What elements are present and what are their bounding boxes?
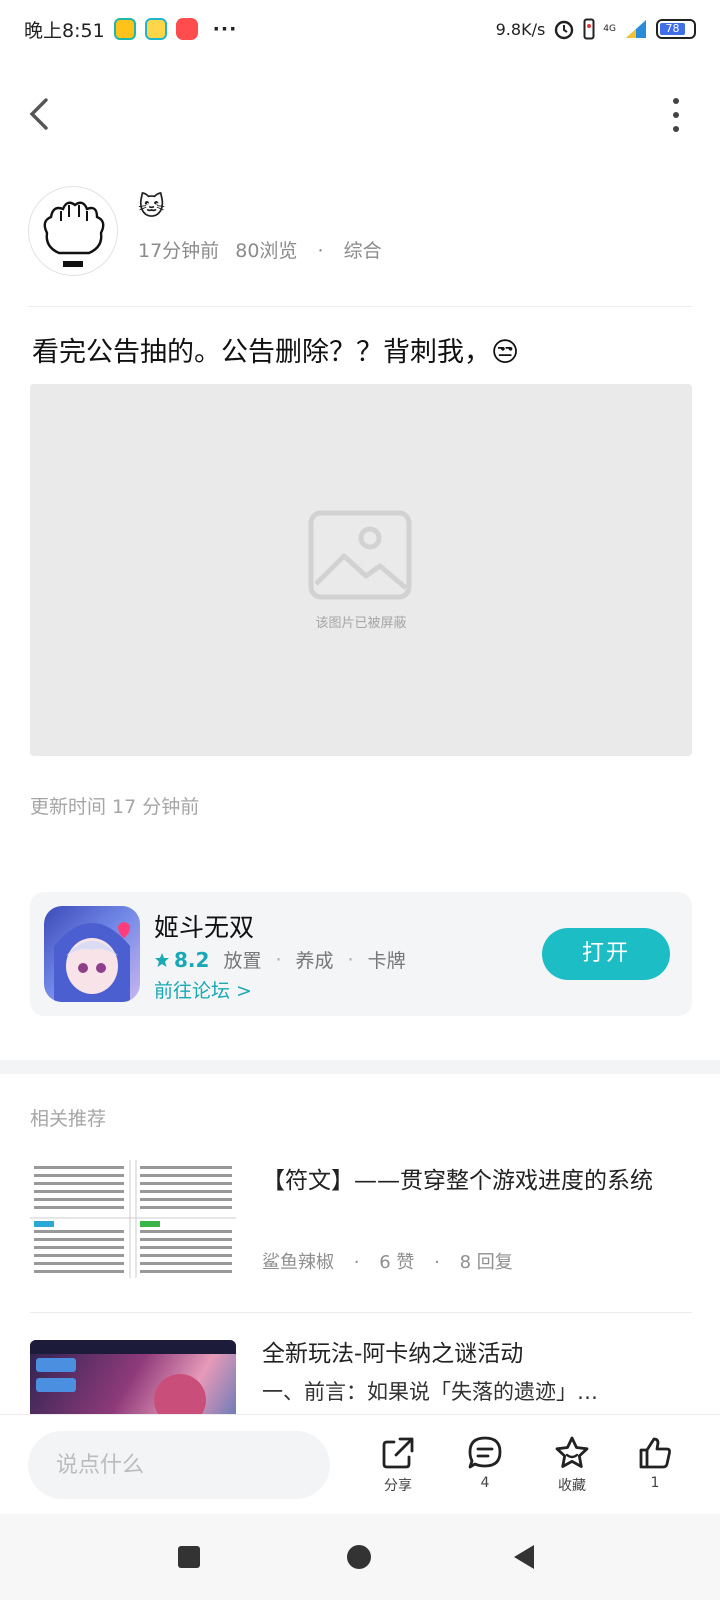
update-time: 更新时间 17 分钟前 bbox=[30, 796, 200, 818]
favorite-button[interactable]: 收藏 bbox=[542, 1435, 602, 1505]
share-label: 分享 bbox=[384, 1478, 412, 1494]
blocked-image[interactable]: 该图片已被屏蔽 bbox=[30, 384, 692, 756]
system-nav-bar bbox=[0, 1514, 720, 1600]
related-item[interactable]: 【符文】——贯穿整个游戏进度的系统 鲨鱼辣椒 · 6 赞 · 8 回复 bbox=[30, 1160, 692, 1278]
related-item-title: 全新玩法-阿卡纳之谜活动 bbox=[262, 1341, 524, 1367]
battery-icon: 78 bbox=[656, 19, 696, 39]
bottom-action-bar: 分享 4 收藏 1 bbox=[0, 1414, 720, 1514]
red-app-icon bbox=[175, 18, 198, 40]
image-placeholder-icon bbox=[308, 510, 412, 600]
like-count: 1 bbox=[650, 1475, 660, 1491]
star-icon bbox=[155, 952, 169, 967]
game-tag: 卡牌 bbox=[367, 950, 406, 972]
comment-count: 4 bbox=[480, 1475, 490, 1491]
star-icon bbox=[555, 1436, 589, 1468]
related-item-excerpt: 一、前言：如果说「失落的遗迹」… bbox=[262, 1380, 598, 1404]
game-tag: 放置 bbox=[223, 950, 262, 972]
game-rating-value: 8.2 bbox=[174, 947, 210, 972]
chevron-left-icon bbox=[29, 98, 48, 130]
tag-separator: · bbox=[275, 948, 282, 971]
meta-separator: · bbox=[434, 1252, 440, 1273]
rune-table-image bbox=[30, 1160, 236, 1278]
related-item-likes: 6 赞 bbox=[379, 1252, 415, 1273]
comment-input[interactable] bbox=[28, 1431, 330, 1499]
favorite-label: 收藏 bbox=[558, 1478, 586, 1494]
signal-type: 4G bbox=[603, 24, 616, 34]
author-name[interactable]: 🐱 bbox=[138, 192, 165, 222]
thumbs-up-icon bbox=[639, 1437, 671, 1469]
share-button[interactable]: 分享 bbox=[368, 1435, 428, 1505]
post-meta: 17分钟前 80浏览 · 综合 bbox=[138, 236, 382, 263]
more-options-button[interactable] bbox=[668, 98, 684, 132]
related-item-title: 【符文】——贯穿整个游戏进度的系统 bbox=[262, 1168, 653, 1194]
game-meta: 8.2 放置 · 养成 · 卡牌 bbox=[154, 946, 406, 973]
author-block: 🐱 17分钟前 80浏览 · 综合 bbox=[28, 186, 692, 296]
more-dot-icon bbox=[673, 98, 679, 104]
game-character-image bbox=[54, 922, 130, 1002]
avatar-image bbox=[43, 201, 105, 267]
related-thumbnail bbox=[30, 1340, 236, 1420]
status-bar: 晚上8:51 ··· 9.8K/s 4G 78 bbox=[0, 0, 720, 58]
game-rating: 8.2 bbox=[154, 948, 209, 972]
battery-level: 78 bbox=[660, 23, 685, 35]
network-speed: 9.8K/s bbox=[495, 19, 546, 39]
cell-signal-icon bbox=[626, 20, 646, 38]
share-icon bbox=[382, 1437, 414, 1469]
tag-separator: · bbox=[347, 948, 354, 971]
game-tag: 养成 bbox=[295, 950, 334, 972]
clock-time: 晚上8:51 bbox=[24, 19, 105, 42]
top-nav bbox=[0, 80, 720, 150]
related-item-author: 鲨鱼辣椒 bbox=[262, 1252, 334, 1273]
tv-app-icon bbox=[113, 18, 136, 40]
game-icon bbox=[44, 906, 140, 1002]
related-item[interactable]: 全新玩法-阿卡纳之谜活动 一、前言：如果说「失落的遗迹」… bbox=[30, 1340, 692, 1420]
arcana-event-image bbox=[30, 1340, 236, 1420]
note-app-icon bbox=[144, 18, 167, 40]
system-back-button[interactable] bbox=[514, 1545, 534, 1569]
avatar[interactable] bbox=[28, 186, 118, 276]
divider bbox=[30, 1312, 692, 1313]
related-item-meta: 鲨鱼辣椒 · 6 赞 · 8 回复 bbox=[262, 1248, 513, 1274]
more-dot-icon bbox=[673, 112, 679, 118]
status-right: 9.8K/s 4G 78 bbox=[496, 18, 696, 40]
meta-separator: · bbox=[353, 1252, 360, 1273]
related-item-replies: 8 回复 bbox=[459, 1252, 513, 1273]
home-button[interactable] bbox=[347, 1545, 371, 1569]
post-time: 17分钟前 bbox=[138, 240, 220, 262]
blocked-image-label: 该图片已被屏蔽 bbox=[315, 616, 407, 631]
comment-icon bbox=[468, 1436, 502, 1469]
comment-button[interactable]: 4 bbox=[455, 1435, 515, 1505]
back-button[interactable] bbox=[24, 94, 60, 134]
alarm-icon bbox=[555, 20, 574, 40]
divider bbox=[28, 306, 692, 307]
related-thumbnail bbox=[30, 1160, 236, 1278]
more-dot-icon bbox=[673, 126, 679, 132]
like-button[interactable]: 1 bbox=[625, 1435, 685, 1505]
section-divider bbox=[0, 1060, 720, 1074]
game-card[interactable]: 姬斗无双 8.2 放置 · 养成 · 卡牌 前往论坛 > 打开 bbox=[30, 892, 692, 1016]
post-category[interactable]: 综合 bbox=[344, 240, 382, 262]
view-count: 80浏览 bbox=[235, 240, 298, 262]
meta-separator: · bbox=[317, 240, 324, 262]
more-notifications-icon: ··· bbox=[212, 18, 238, 40]
open-game-button[interactable]: 打开 bbox=[542, 928, 670, 980]
game-name: 姬斗无双 bbox=[154, 913, 255, 942]
vibrate-icon bbox=[583, 18, 595, 40]
related-section-title: 相关推荐 bbox=[30, 1108, 107, 1130]
post-title: 看完公告抽的。公告删除？？背刺我，😒 bbox=[32, 337, 520, 368]
status-left: 晚上8:51 ··· bbox=[24, 16, 237, 43]
recent-apps-button[interactable] bbox=[178, 1546, 200, 1568]
forum-link[interactable]: 前往论坛 > bbox=[154, 976, 252, 1003]
